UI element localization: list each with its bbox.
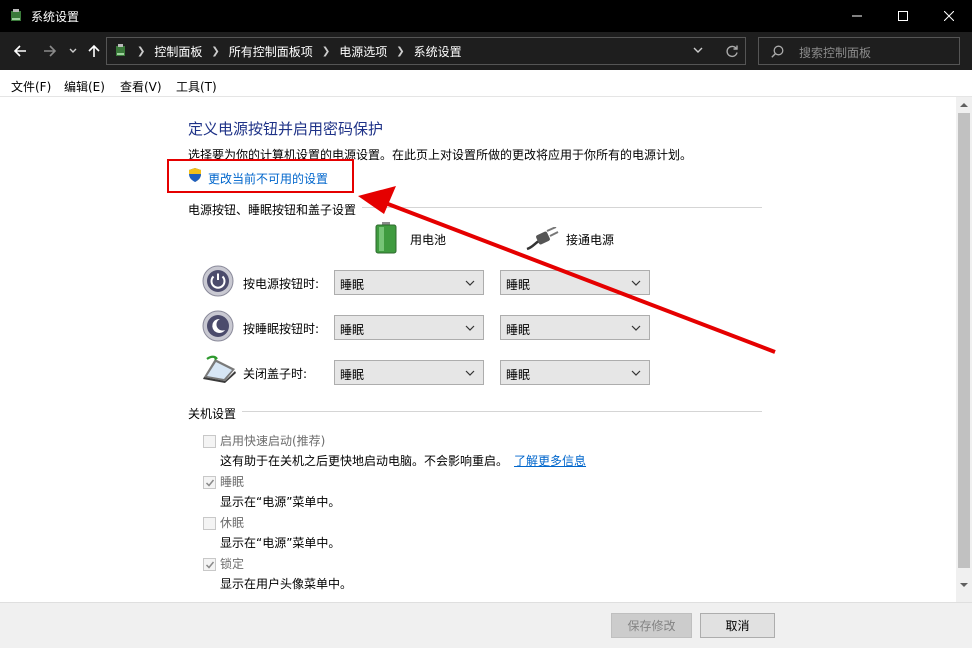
chevron-down-icon [465, 370, 475, 376]
select-value: 睡眠 [340, 368, 365, 382]
vertical-scrollbar[interactable] [956, 97, 972, 602]
recent-locations-button[interactable] [66, 40, 80, 62]
breadcrumb-item[interactable]: 系统设置 [414, 43, 462, 60]
forward-button[interactable] [40, 40, 60, 62]
title-bar: 系统设置 [0, 0, 972, 32]
scrollbar-thumb[interactable] [958, 113, 970, 568]
search-box[interactable]: 搜索控制面板 [758, 37, 960, 65]
section-title-shutdown: 关机设置 [188, 405, 243, 422]
power-button-battery-select[interactable]: 睡眠 [334, 270, 484, 295]
menu-bar: 文件(F) 编辑(E) 查看(V) 工具(T) [0, 72, 972, 97]
sleep-button-plugged-select[interactable]: 睡眠 [500, 315, 650, 340]
arrow-left-icon [13, 45, 26, 57]
laptop-lid-icon [203, 355, 236, 383]
close-icon [944, 11, 954, 21]
hibernate-checkbox[interactable] [203, 517, 216, 530]
select-value: 睡眠 [340, 323, 365, 337]
battery-icon [375, 222, 397, 254]
power-button-icon [202, 265, 234, 297]
sleep-checkbox[interactable] [203, 476, 216, 489]
page-title: 定义电源按钮并启用密码保护 [188, 120, 384, 138]
lock-label: 锁定 [220, 557, 245, 571]
sleep-button-icon [202, 310, 234, 342]
scroll-up-icon[interactable] [959, 101, 969, 109]
footer-bar: 保存修改 取消 [0, 602, 972, 648]
fast-startup-label: 启用快速启动(推荐) [220, 434, 326, 448]
up-button[interactable] [85, 40, 103, 62]
checkmark-icon [205, 479, 215, 487]
navigation-bar: ❯ 控制面板 ❯ 所有控制面板项 ❯ 电源选项 ❯ 系统设置 搜索控制面板 [0, 32, 972, 70]
minimize-icon [852, 15, 862, 17]
menu-file[interactable]: 文件(F) [11, 78, 51, 95]
select-value: 睡眠 [340, 278, 365, 292]
minimize-button[interactable] [834, 0, 880, 32]
checkmark-icon [205, 561, 215, 569]
breadcrumb-item[interactable]: 控制面板 [154, 43, 202, 60]
menu-edit[interactable]: 编辑(E) [64, 78, 105, 95]
chevron-down-icon [465, 325, 475, 331]
breadcrumb-item[interactable]: 电源选项 [339, 43, 387, 60]
learn-more-link[interactable]: 了解更多信息 [514, 454, 586, 468]
close-lid-battery-select[interactable]: 睡眠 [334, 360, 484, 385]
select-value: 睡眠 [506, 323, 531, 337]
hibernate-description: 显示在“电源”菜单中。 [220, 536, 341, 550]
close-lid-plugged-select[interactable]: 睡眠 [500, 360, 650, 385]
search-icon [771, 45, 784, 58]
fast-startup-checkbox[interactable] [203, 435, 216, 448]
address-dropdown-icon[interactable] [693, 46, 703, 54]
maximize-icon [898, 11, 908, 21]
section-divider [188, 411, 762, 412]
chevron-down-icon [69, 48, 77, 53]
section-title-buttons: 电源按钮、睡眠按钮和盖子设置 [188, 201, 363, 218]
lock-checkbox[interactable] [203, 558, 216, 571]
arrow-up-icon [88, 44, 100, 57]
power-plug-icon [526, 227, 559, 251]
close-button[interactable] [926, 0, 972, 32]
control-panel-icon [116, 44, 125, 56]
fast-startup-description: 这有助于在关机之后更快地启动电脑。不会影响重启。 了解更多信息 [220, 454, 587, 468]
search-placeholder: 搜索控制面板 [799, 46, 872, 60]
address-bar[interactable]: ❯ 控制面板 ❯ 所有控制面板项 ❯ 电源选项 ❯ 系统设置 [106, 37, 746, 65]
scroll-down-icon[interactable] [959, 581, 969, 589]
refresh-icon[interactable] [725, 44, 739, 58]
select-value: 睡眠 [506, 368, 531, 382]
breadcrumb: ❯ 控制面板 ❯ 所有控制面板项 ❯ 电源选项 ❯ 系统设置 [137, 43, 462, 60]
power-button-plugged-select[interactable]: 睡眠 [500, 270, 650, 295]
annotation-highlight-box [167, 159, 354, 193]
power-options-icon [11, 9, 21, 21]
breadcrumb-item[interactable]: 所有控制面板项 [229, 43, 313, 60]
sleep-description: 显示在“电源”菜单中。 [220, 495, 341, 509]
cancel-button[interactable]: 取消 [700, 613, 775, 638]
menu-tools[interactable]: 工具(T) [176, 78, 217, 95]
lock-description: 显示在用户头像菜单中。 [220, 577, 353, 591]
row-label-sleep-button: 按睡眠按钮时: [243, 322, 320, 336]
chevron-down-icon [631, 325, 641, 331]
chevron-down-icon [465, 280, 475, 286]
window-title: 系统设置 [31, 10, 80, 24]
row-label-close-lid: 关闭盖子时: [243, 367, 308, 381]
save-changes-button[interactable]: 保存修改 [611, 613, 692, 638]
select-value: 睡眠 [506, 278, 531, 292]
row-label-power-button: 按电源按钮时: [243, 277, 320, 291]
chevron-down-icon [631, 280, 641, 286]
maximize-button[interactable] [880, 0, 926, 32]
arrow-right-icon [44, 45, 57, 57]
chevron-down-icon [631, 370, 641, 376]
column-header-battery: 用电池 [410, 233, 447, 247]
main-content: 定义电源按钮并启用密码保护 选择要为你的计算机设置的电源设置。在此页上对设置所做… [0, 97, 956, 602]
sleep-button-battery-select[interactable]: 睡眠 [334, 315, 484, 340]
hibernate-label: 休眠 [220, 516, 245, 530]
sleep-label: 睡眠 [220, 475, 245, 489]
back-button[interactable] [10, 40, 30, 62]
column-header-plugged-in: 接通电源 [566, 233, 615, 247]
menu-view[interactable]: 查看(V) [120, 78, 162, 95]
